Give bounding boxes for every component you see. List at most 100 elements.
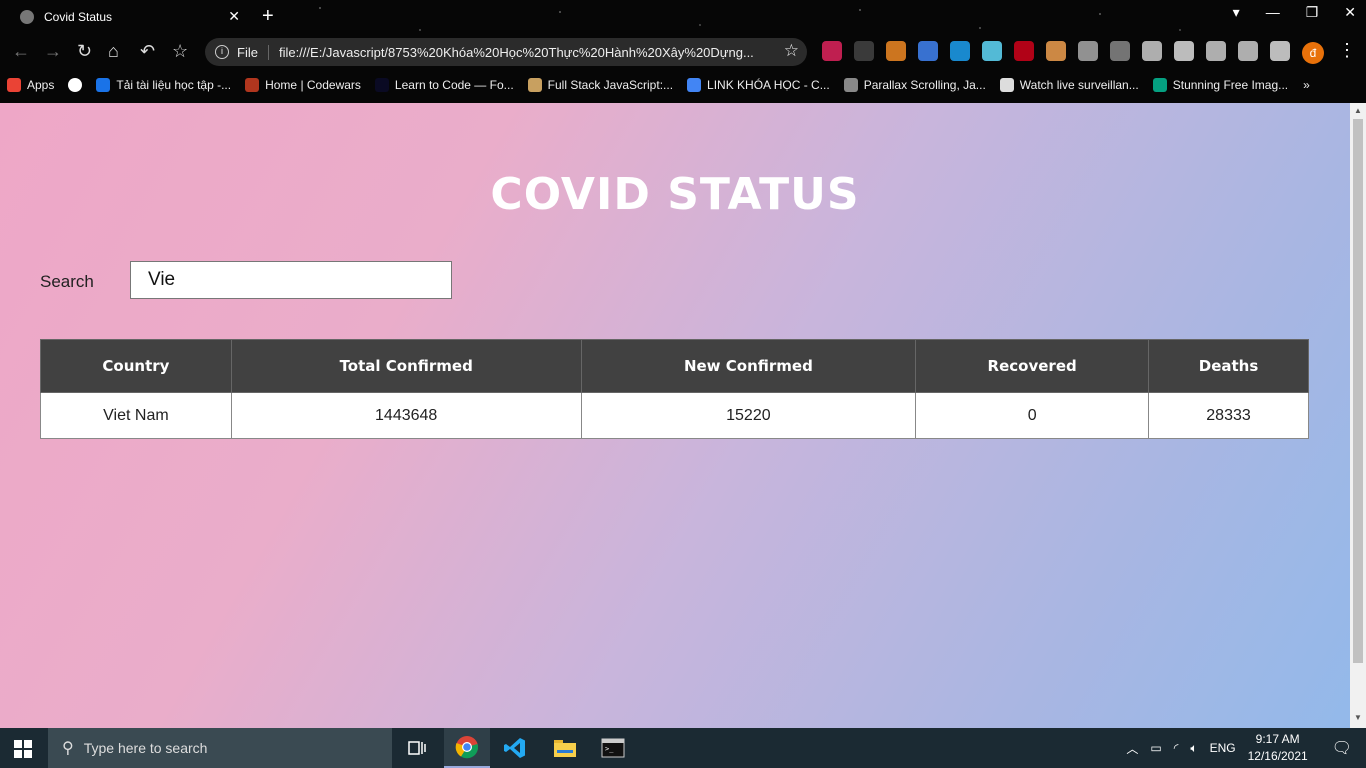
close-window-icon[interactable]: ✕ — [1344, 4, 1356, 21]
table-cell: Viet Nam — [40, 392, 232, 439]
profile-avatar[interactable]: đ — [1302, 42, 1324, 64]
home-icon[interactable]: ⌂ — [108, 40, 119, 62]
back-icon[interactable]: ← — [12, 40, 30, 62]
chrome-taskbar-icon[interactable] — [444, 728, 490, 768]
taskbar-search[interactable]: ⚲ Type here to search — [48, 728, 392, 768]
bookmark-item[interactable]: Parallax Scrolling, Ja... — [837, 78, 993, 92]
battery-icon[interactable]: ▭ — [1150, 741, 1161, 755]
covid-table: Country Total Confirmed New Confirmed Recov… — [40, 339, 1309, 439]
page-scrollbar[interactable]: ▲ ▼ — [1350, 103, 1366, 728]
bookmark-label: Full Stack JavaScript:... — [547, 78, 674, 92]
column-header: Recovered — [915, 339, 1150, 393]
bookmark-label: LINK KHÓA HỌC - C... — [707, 78, 830, 92]
browser-toolbar: ← → ↻ ⌂ ↶ ☆ i File file:///E:/Javascript… — [0, 36, 1366, 68]
globe-icon — [20, 10, 34, 24]
task-view-icon[interactable] — [394, 728, 440, 768]
scroll-down-icon[interactable]: ▼ — [1354, 713, 1362, 722]
scroll-up-icon[interactable]: ▲ — [1354, 106, 1362, 115]
browser-tab[interactable]: Covid Status ✕ — [8, 0, 248, 34]
table-cell: 28333 — [1148, 392, 1309, 439]
clock[interactable]: 9:17 AM 12/16/2021 — [1248, 731, 1308, 765]
bookmark-label: Parallax Scrolling, Ja... — [863, 78, 986, 92]
reload-icon[interactable]: ↻ — [77, 40, 92, 62]
bookmark-favicon-icon — [527, 78, 542, 92]
column-header: Deaths — [1148, 339, 1309, 393]
column-header: New Confirmed — [580, 339, 917, 393]
tab-search-icon[interactable]: ▾ — [1233, 4, 1240, 21]
water-drop-icon[interactable] — [950, 41, 970, 61]
bookmark-item[interactable]: Learn to Code — Fo... — [368, 78, 521, 92]
column-header: Total Confirmed — [230, 339, 582, 393]
bookmark-label: Learn to Code — Fo... — [394, 78, 514, 92]
chevron-up-icon[interactable]: ︿ — [1126, 740, 1138, 757]
table-cell: 0 — [915, 392, 1150, 439]
taskbar-search-placeholder: Type here to search — [83, 740, 208, 756]
address-bar[interactable]: i File file:///E:/Javascript/8753%20Khóa… — [205, 38, 807, 66]
tools-icon[interactable] — [1142, 41, 1162, 61]
bookmark-favicon-icon — [687, 78, 702, 92]
bookmark-apps[interactable]: Apps — [0, 78, 61, 92]
page-title: COVID STATUS — [490, 169, 860, 220]
crop-icon[interactable] — [1238, 41, 1258, 61]
browser-chrome: Covid Status ✕ + ▾ — ❐ ✕ ← → ↻ ⌂ ↶ ☆ i F… — [0, 0, 1366, 103]
search-input[interactable] — [130, 261, 452, 299]
restore-icon[interactable]: ❐ — [1306, 4, 1319, 21]
bookmark-item[interactable]: LINK KHÓA HỌC - C... — [680, 78, 837, 92]
messenger-icon[interactable] — [854, 41, 874, 61]
forward-icon[interactable]: → — [44, 40, 62, 62]
menu-icon[interactable]: ⋮ — [1338, 40, 1356, 61]
volume-icon[interactable]: 🔈︎ — [1190, 741, 1197, 756]
vscode-taskbar-icon[interactable] — [492, 728, 538, 768]
screenshot-icon[interactable] — [1110, 41, 1130, 61]
bookmarks-bar: Apps Tải tài liệu học tập -... Home | Code… — [0, 72, 1366, 98]
windows-taskbar: ⚲ Type here to search >_ ︿ ▭ ◜ 🔈︎ ENG 9:… — [0, 728, 1366, 768]
language-indicator[interactable]: ENG — [1210, 741, 1236, 755]
bookmark-favicon-icon — [96, 78, 111, 92]
table-cell: 1443648 — [230, 392, 582, 439]
system-tray: ︿ ▭ ◜ 🔈︎ ENG 9:17 AM 12/16/2021 🗨︎ — [1126, 728, 1366, 768]
scroll-thumb[interactable] — [1353, 119, 1363, 663]
terminal-taskbar-icon[interactable]: >_ — [590, 728, 636, 768]
column-header: Country — [40, 339, 232, 393]
grid-icon[interactable] — [1174, 41, 1194, 61]
bookmark-item[interactable]: Tải tài liệu học tập -... — [89, 78, 238, 92]
target-icon[interactable] — [1078, 41, 1098, 61]
download-icon[interactable] — [1270, 41, 1290, 61]
honey-icon[interactable] — [886, 41, 906, 61]
bookmark-label: Apps — [27, 78, 55, 92]
scheme-label: File — [237, 44, 269, 60]
ruler-icon[interactable] — [1046, 41, 1066, 61]
new-tab-button[interactable]: + — [262, 5, 274, 27]
react-icon[interactable] — [982, 41, 1002, 61]
bookmark-item[interactable] — [61, 78, 89, 92]
url-text[interactable]: file:///E:/Javascript/8753%20Khóa%20Học%… — [279, 45, 779, 60]
bookmark-item[interactable]: Watch live surveillan... — [993, 78, 1146, 92]
clock-time: 9:17 AM — [1255, 732, 1300, 746]
extensions-bar — [822, 41, 1290, 61]
minimize-icon[interactable]: — — [1266, 4, 1280, 21]
info-icon[interactable]: i — [215, 45, 229, 59]
bookmark-item[interactable]: Full Stack JavaScript:... — [521, 78, 680, 92]
wifi-icon[interactable]: ◜ — [1174, 741, 1179, 755]
tab-title: Covid Status — [44, 10, 113, 24]
svg-text:>_: >_ — [605, 745, 614, 753]
google-translate-icon[interactable] — [918, 41, 938, 61]
bookmark-item[interactable]: Stunning Free Imag... — [1146, 78, 1295, 92]
close-tab-icon[interactable]: ✕ — [228, 8, 240, 25]
playlist-icon[interactable] — [1206, 41, 1226, 61]
adblock-icon[interactable] — [822, 41, 842, 61]
clock-date: 12/16/2021 — [1247, 749, 1308, 763]
undo-icon[interactable]: ↶ — [140, 40, 155, 62]
bookmark-label: Watch live surveillan... — [1019, 78, 1139, 92]
table-body: Viet Nam 1443648 15220 0 28333 — [40, 392, 1309, 439]
notifications-icon[interactable]: 🗨︎ — [1332, 738, 1352, 758]
bookmarks-more-icon[interactable]: » — [1303, 78, 1310, 92]
bookmark-item[interactable]: Home | Codewars — [238, 78, 368, 92]
windows-start-icon[interactable] — [14, 740, 32, 758]
bookmark-star-icon[interactable]: ☆ — [784, 41, 799, 61]
pinterest-icon[interactable] — [1014, 41, 1034, 61]
file-explorer-taskbar-icon[interactable] — [542, 728, 588, 768]
bookmark-label: Tải tài liệu học tập -... — [116, 78, 232, 92]
star-icon[interactable]: ☆ — [172, 40, 188, 62]
bookmark-label: Home | Codewars — [265, 78, 361, 92]
